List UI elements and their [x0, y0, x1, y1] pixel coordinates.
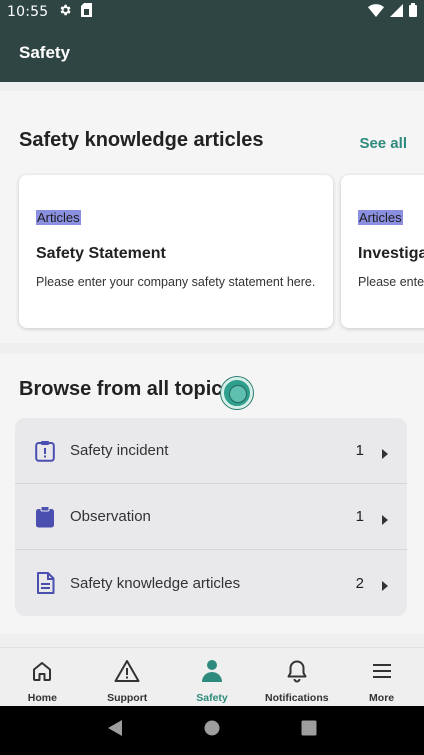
system-nav-bar: [0, 706, 424, 755]
topic-row-safety-incident[interactable]: Safety incident 1: [15, 418, 407, 484]
bell-icon: [284, 658, 310, 684]
nav-safety[interactable]: Safety: [170, 648, 255, 706]
recents-square-icon[interactable]: [301, 720, 317, 741]
article-title: Safety Statement: [36, 245, 166, 262]
topic-list: Safety incident 1 Observation 1 Safety k…: [15, 418, 407, 616]
home-circle-icon[interactable]: [204, 720, 220, 741]
topics-section: Browse from all topics Safety incident 1…: [0, 354, 424, 634]
nav-label: More: [369, 692, 395, 704]
topics-section-title: Browse from all topics: [19, 378, 234, 400]
nav-label: Support: [107, 692, 148, 704]
document-icon: [34, 571, 56, 595]
nav-label: Safety: [196, 692, 228, 704]
sim-card-icon: [81, 3, 93, 21]
article-description: Please enter your company safety stateme…: [36, 275, 316, 289]
chevron-right-icon: [382, 446, 390, 459]
topic-count: 1: [355, 442, 364, 459]
topic-row-observation[interactable]: Observation 1: [15, 484, 407, 550]
topic-row-knowledge-articles[interactable]: Safety knowledge articles 2: [15, 550, 407, 616]
app-bar: Safety: [0, 24, 424, 82]
see-all-link[interactable]: See all: [359, 135, 407, 152]
article-tag: Articles: [358, 210, 403, 225]
nav-more[interactable]: More: [339, 648, 424, 706]
topic-label: Safety incident: [70, 442, 169, 459]
chevron-right-icon: [382, 512, 390, 525]
touch-indicator: [221, 377, 253, 409]
battery-icon: [409, 3, 417, 21]
article-card[interactable]: Articles Investiga Please enter: [341, 175, 424, 328]
topic-count: 2: [355, 574, 364, 592]
article-tag: Articles: [36, 210, 81, 225]
topic-label: Safety knowledge articles: [70, 574, 241, 592]
topic-count: 1: [355, 508, 364, 525]
topic-label: Observation: [70, 508, 151, 525]
article-description: Please enter: [358, 275, 424, 289]
signal-icon: [390, 3, 403, 21]
person-icon: [199, 658, 225, 684]
bottom-nav: Home Support Safety Notifications More: [0, 647, 424, 706]
menu-icon: [369, 658, 395, 684]
nav-home[interactable]: Home: [0, 648, 85, 706]
nav-support[interactable]: Support: [85, 648, 170, 706]
chevron-right-icon: [382, 578, 390, 591]
main-content[interactable]: Safety knowledge articles See all Articl…: [0, 82, 424, 647]
nav-notifications[interactable]: Notifications: [254, 648, 339, 706]
articles-section-title: Safety knowledge articles: [19, 129, 264, 151]
home-icon: [29, 658, 55, 684]
page-title: Safety: [19, 43, 71, 62]
wifi-icon: [368, 3, 384, 21]
article-title: Investiga: [358, 245, 424, 262]
clipboard-alert-icon: [34, 439, 56, 463]
nav-label: Notifications: [264, 692, 329, 704]
articles-section: Safety knowledge articles See all Articl…: [0, 91, 424, 343]
clipboard-icon: [34, 505, 56, 529]
warning-icon: [114, 658, 140, 684]
back-icon[interactable]: [107, 719, 123, 742]
article-card[interactable]: Articles Safety Statement Please enter y…: [19, 175, 333, 328]
gear-icon: [58, 3, 72, 21]
nav-label: Home: [27, 692, 57, 704]
status-bar: 10:55: [0, 0, 424, 24]
status-time: 10:55: [7, 4, 49, 20]
